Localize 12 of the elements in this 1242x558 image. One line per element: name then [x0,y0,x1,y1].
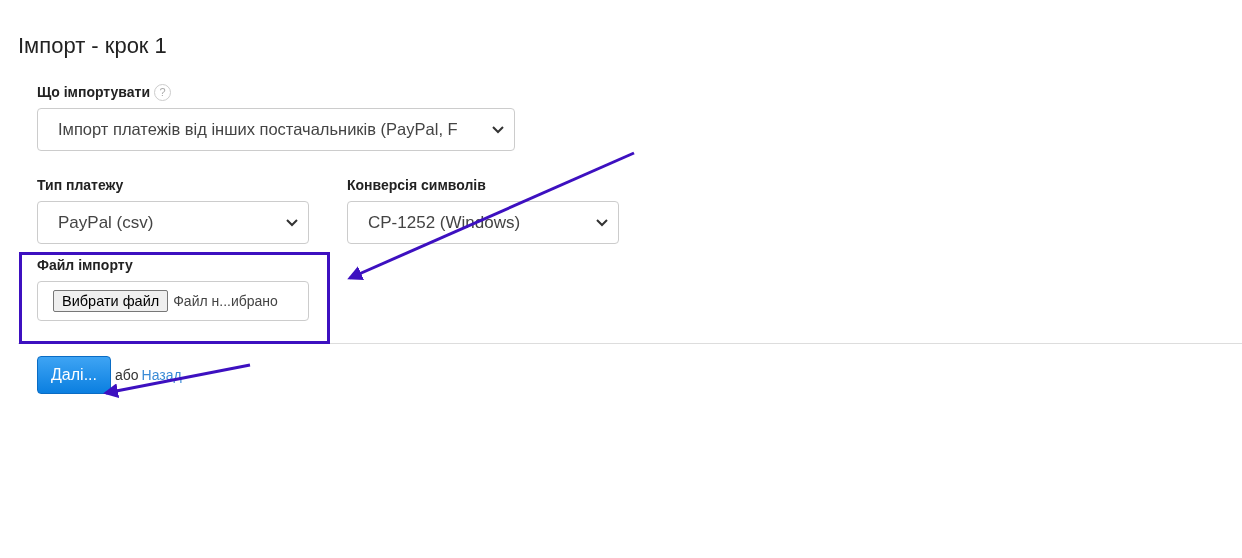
or-text: або [115,367,139,383]
file-input[interactable]: Вибрати файл Файл н...ибрано [37,281,309,321]
dropdown-select[interactable]: PayPal (csv) [37,201,309,244]
chevron-down-icon [286,218,298,227]
page-title: Імпорт - крок 1 [18,32,168,60]
field-label: Що імпортувати [37,84,150,100]
field-label: Конверсія символів [347,177,486,193]
field-label: Файл імпорту [37,257,133,273]
chevron-down-icon [492,125,504,134]
chevron-down-icon [596,218,608,227]
field-label: Тип платежу [37,177,124,193]
import-type-select[interactable]: Імпорт платежів від інших постачальників (PayPal, F [37,108,515,151]
